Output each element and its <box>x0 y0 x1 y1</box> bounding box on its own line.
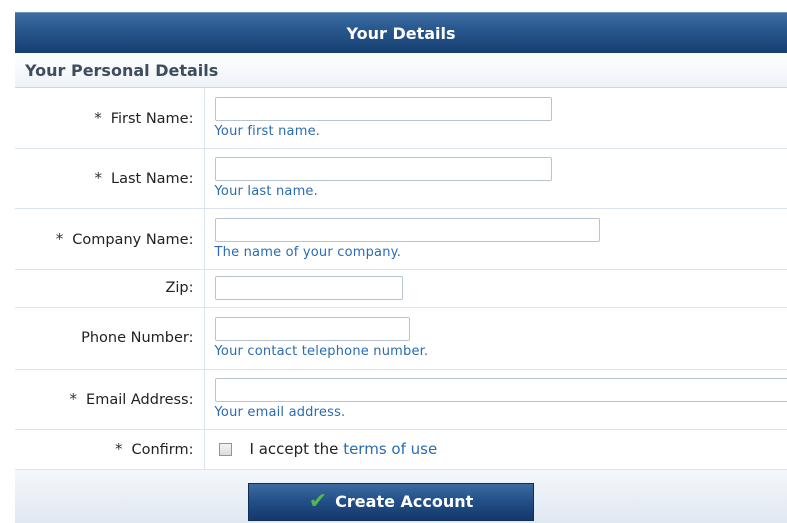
company-name-label-cell: * Company Name: <box>15 208 205 270</box>
last-name-input[interactable] <box>214 157 552 181</box>
form-row-first-name: * First Name: Your first name. <box>15 88 787 149</box>
first-name-field-cell: Your first name. <box>204 88 787 149</box>
company-name-field-cell: The name of your company. <box>204 208 787 270</box>
phone-number-field-cell: Your contact telephone number. <box>204 307 787 370</box>
create-account-label: Create Account <box>335 492 474 511</box>
required-asterisk: * <box>114 440 123 458</box>
required-asterisk: * <box>94 169 103 187</box>
accept-terms-checkbox[interactable] <box>218 442 232 456</box>
company-name-hint: The name of your company. <box>214 244 402 260</box>
phone-number-input[interactable] <box>214 317 410 341</box>
checkmark-icon: ✔ <box>308 488 328 514</box>
last-name-label: Last Name: <box>111 171 194 187</box>
section-title-text: Your Personal Details <box>25 60 219 80</box>
email-address-label: Email Address: <box>86 392 194 408</box>
last-name-label-cell: * Last Name: <box>15 148 205 209</box>
company-name-label: Company Name: <box>72 231 194 248</box>
zip-input[interactable] <box>214 276 403 300</box>
form-row-confirm: * Confirm: I accept the terms of use <box>15 429 787 470</box>
form-row-phone-number: Phone Number: Your contact telephone num… <box>15 307 787 370</box>
phone-number-hint: Your contact telephone number. <box>214 344 429 359</box>
details-form: * First Name: Your first name. * Last Name… <box>15 88 787 470</box>
company-name-input[interactable] <box>214 217 600 242</box>
first-name-input[interactable] <box>214 96 552 121</box>
confirm-label-cell: * Confirm: <box>15 429 205 470</box>
email-address-input[interactable] <box>214 378 787 402</box>
required-asterisk: * <box>69 390 78 408</box>
accept-terms-text: I accept the <box>249 440 339 458</box>
first-name-hint: Your first name. <box>214 123 321 139</box>
phone-number-label: Phone Number: <box>81 330 194 346</box>
details-panel: Your Details Your Personal Details * Firs… <box>15 12 787 523</box>
form-footer: ✔ Create Account <box>15 469 787 523</box>
zip-label: Zip: <box>165 280 194 296</box>
terms-of-use-link[interactable]: terms of use <box>343 440 437 458</box>
form-row-email-address: * Email Address: Your email address. <box>15 369 787 430</box>
confirm-field-cell: I accept the terms of use <box>204 429 787 470</box>
email-address-label-cell: * Email Address: <box>15 369 205 430</box>
first-name-label-cell: * First Name: <box>15 88 205 149</box>
zip-field-cell <box>204 269 787 308</box>
confirm-terms: I accept the terms of use <box>215 440 787 458</box>
form-row-last-name: * Last Name: Your last name. <box>15 148 787 209</box>
form-row-zip: Zip: <box>15 269 787 308</box>
section-title: Your Personal Details <box>15 53 787 88</box>
confirm-label: Confirm: <box>131 442 194 458</box>
panel-header: Your Details <box>15 12 787 53</box>
last-name-field-cell: Your last name. <box>204 148 787 209</box>
phone-number-label-cell: Phone Number: <box>15 307 205 370</box>
required-asterisk: * <box>55 229 64 248</box>
first-name-label: First Name: <box>110 110 194 127</box>
email-address-hint: Your email address. <box>214 405 346 420</box>
zip-label-cell: Zip: <box>15 269 205 308</box>
required-asterisk: * <box>94 108 102 127</box>
form-row-company-name: * Company Name: The name of your company. <box>15 208 787 270</box>
last-name-hint: Your last name. <box>214 184 318 199</box>
panel-header-title: Your Details <box>346 23 456 43</box>
create-account-button[interactable]: ✔ Create Account <box>248 482 534 521</box>
email-address-field-cell: Your email address. <box>204 369 787 430</box>
